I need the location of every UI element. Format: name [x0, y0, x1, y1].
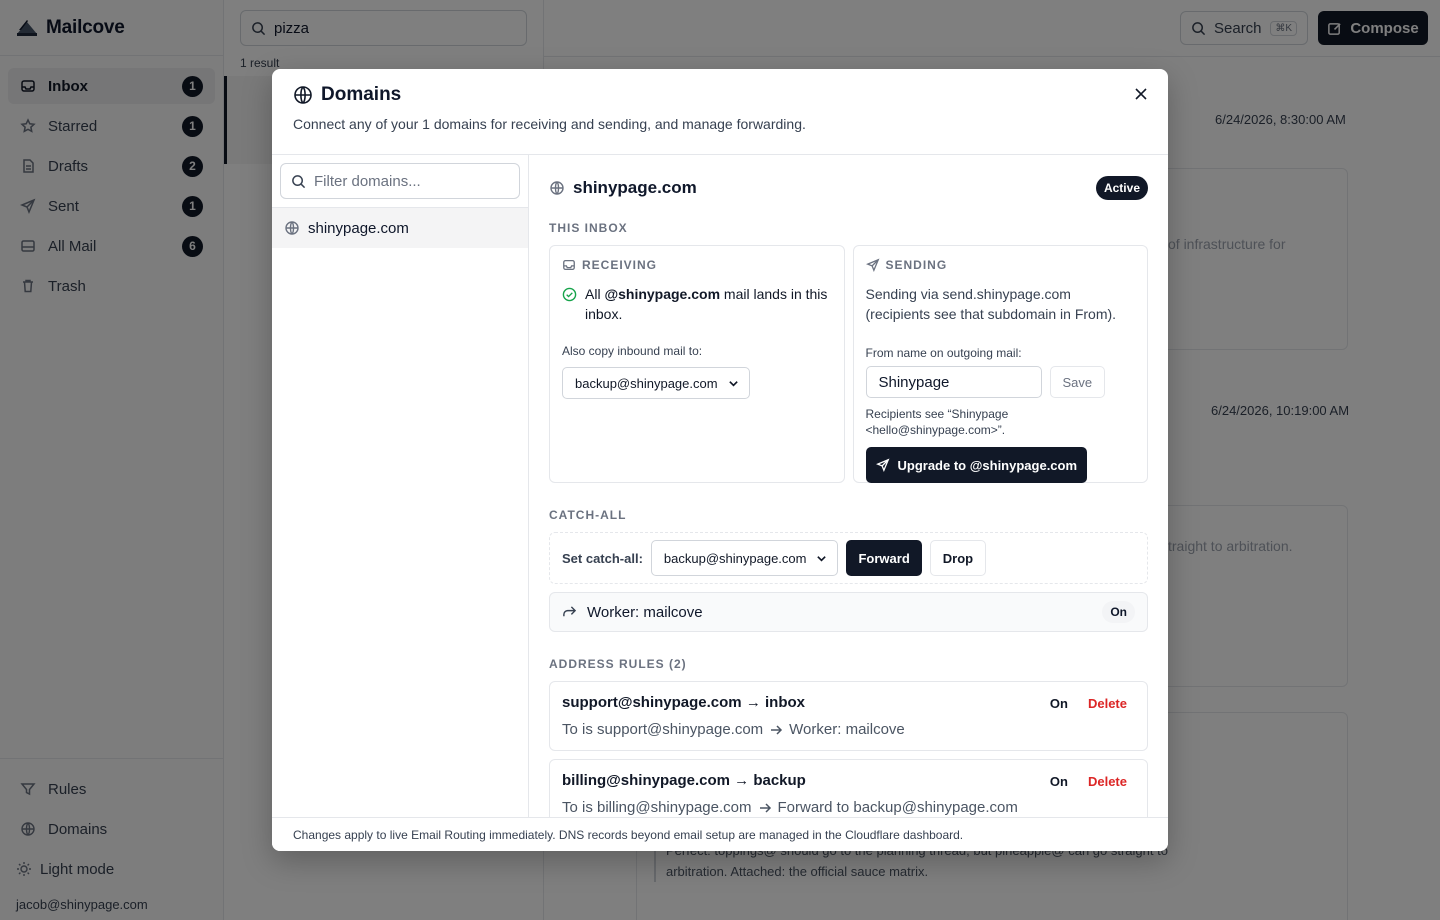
rule-action: Forward to backup@shinypage.com [777, 799, 1018, 816]
dialog-body: shinypage.com shinypage.com Active This … [272, 155, 1168, 817]
chevron-down-icon [728, 378, 739, 389]
delete-rule-button[interactable]: Delete [1088, 696, 1127, 711]
filter-domains-field[interactable] [280, 163, 520, 199]
copy-inbound-label: Also copy inbound mail to: [562, 344, 703, 358]
from-name-input[interactable]: Shinypage [865, 366, 1042, 398]
receiving-domain: @shinypage.com [604, 286, 721, 302]
domain-detail: shinypage.com Active This Inbox RECEIVIN… [529, 155, 1168, 817]
address-rules-list: support@shinypage.com → inbox To is supp… [549, 681, 1148, 817]
status-badge: Active [1095, 176, 1148, 200]
check-circle-icon [562, 284, 577, 324]
catch-all-status: On [1102, 601, 1135, 623]
sending-status: Sending via send.shinypage.com (recipien… [865, 286, 1117, 322]
set-catch-all-label: Set catch-all: [562, 550, 643, 566]
globe-icon [293, 85, 313, 105]
dialog-description: Connect any of your 1 domains for receiv… [293, 116, 806, 132]
dialog-footer-note: Changes apply to live Email Routing imme… [272, 817, 1168, 851]
recipients-preview: Recipients see “Shinypage <hello@shinypa… [865, 407, 1009, 437]
send-icon [875, 458, 890, 472]
rule-toggle[interactable]: On [1050, 696, 1068, 711]
forward-arrow-icon [562, 605, 577, 620]
receiving-status: All @shinypage.com mail lands in this in… [585, 284, 832, 324]
globe-icon [549, 180, 565, 196]
forward-button[interactable]: Forward [846, 540, 922, 576]
delete-rule-button[interactable]: Delete [1088, 774, 1127, 789]
upgrade-label: Upgrade to @shinypage.com [897, 457, 1078, 473]
domain-list-item[interactable]: shinypage.com [272, 208, 528, 248]
section-this-inbox: This Inbox [549, 221, 628, 235]
selected-domain-name: shinypage.com [573, 178, 697, 197]
receiving-card: RECEIVING All @shinypage.com mail lands … [549, 245, 845, 483]
inbox-icon [562, 258, 576, 272]
copy-inbound-select[interactable]: backup@shinypage.com [562, 367, 750, 399]
catch-all-controls: Set catch-all: backup@shinypage.com Forw… [549, 532, 1148, 584]
catch-all-target: Worker: mailcove [587, 603, 703, 621]
dialog-title: Domains [321, 84, 402, 105]
catch-all-current: Worker: mailcove On [549, 592, 1148, 632]
rule-action: Worker: mailcove [789, 721, 905, 738]
rule-toggle[interactable]: On [1050, 774, 1068, 789]
select-value: backup@shinypage.com [663, 550, 807, 566]
arrow-right-icon [769, 723, 783, 737]
domain-name: shinypage.com [308, 219, 409, 237]
domain-list: shinypage.com [272, 155, 529, 817]
send-icon [865, 258, 880, 272]
search-icon [291, 174, 306, 189]
close-icon [1132, 85, 1150, 103]
address-rule: support@shinypage.com → inbox To is supp… [549, 681, 1148, 751]
select-value: backup@shinypage.com [575, 375, 718, 391]
rule-condition: To is support@shinypage.com [562, 721, 764, 738]
section-address-rules: Address Rules (2) [549, 657, 687, 671]
globe-icon [284, 220, 300, 236]
rule-condition: To is billing@shinypage.com [562, 799, 752, 816]
save-button[interactable]: Save [1049, 366, 1106, 398]
upgrade-sending-button[interactable]: Upgrade to @shinypage.com [865, 447, 1088, 483]
drop-button[interactable]: Drop [929, 540, 987, 576]
sending-label: SENDING [885, 258, 948, 272]
from-name-label: From name on outgoing mail: [865, 346, 1022, 360]
receiving-label: RECEIVING [582, 258, 658, 272]
close-dialog-button[interactable] [1132, 85, 1150, 103]
catch-all-select[interactable]: backup@shinypage.com [650, 540, 839, 576]
chevron-down-icon [816, 553, 827, 564]
domains-dialog: Domains Connect any of your 1 domains fo… [272, 69, 1168, 851]
section-catch-all: Catch-All [549, 508, 627, 522]
filter-domains-input[interactable] [314, 172, 504, 190]
dialog-header: Domains Connect any of your 1 domains fo… [272, 69, 1168, 155]
receiving-prefix: All [585, 286, 605, 302]
filter-wrap [272, 155, 528, 208]
address-rule: billing@shinypage.com → backup To is bil… [549, 759, 1148, 817]
sending-card: SENDING Sending via send.shinypage.com (… [852, 245, 1148, 483]
arrow-right-icon [758, 801, 772, 815]
